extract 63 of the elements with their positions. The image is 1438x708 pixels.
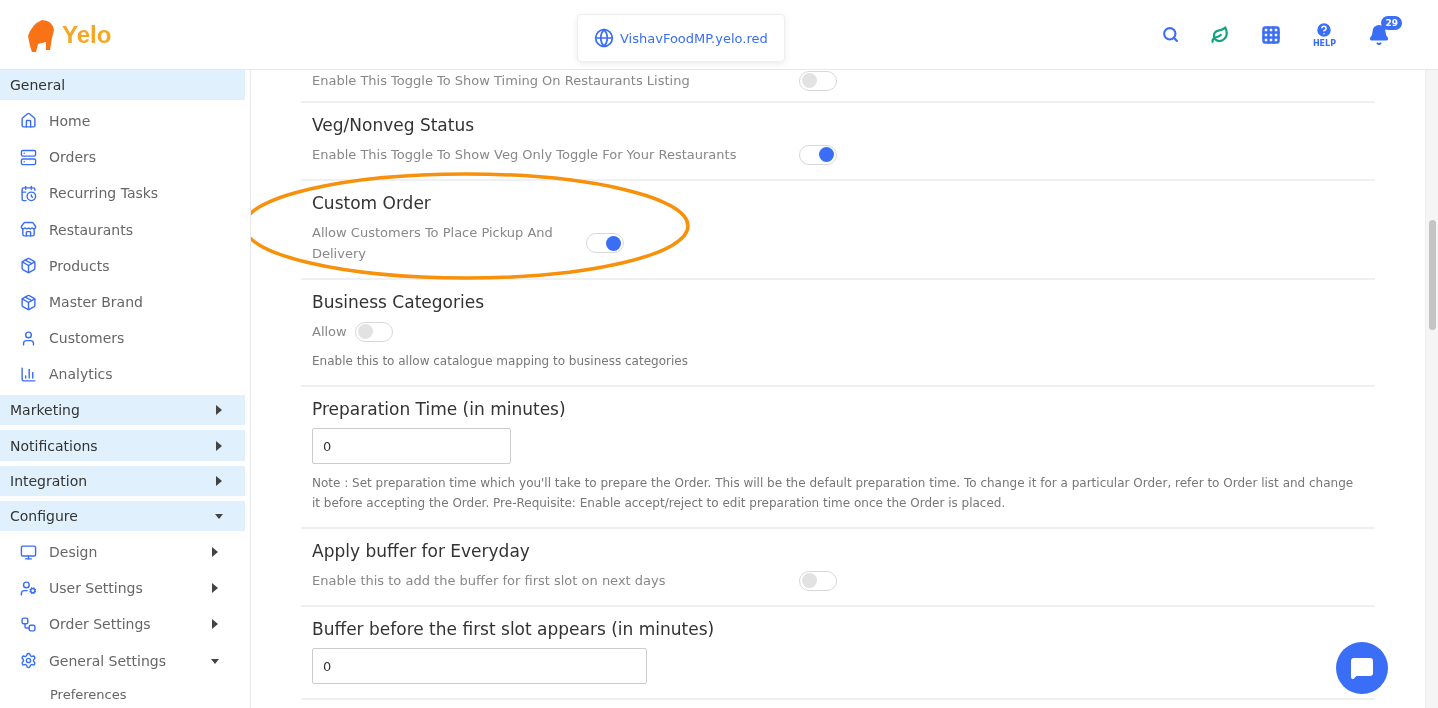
sidebar-subitem[interactable]: Preferences (0, 681, 250, 708)
sidebar-item[interactable]: General Settings (0, 645, 245, 677)
search-icon[interactable] (1161, 26, 1179, 43)
store-icon (20, 221, 37, 239)
section-title: Veg/Nonveg Status (312, 115, 476, 135)
caret-icon (215, 475, 223, 486)
setting-description: Allow Customers To Place Pickup And Delivery (312, 224, 554, 263)
sidebar-item[interactable]: Analytics (0, 358, 245, 391)
setting-note: Enable this to allow catalogue mapping to business categories (312, 353, 689, 370)
user-gear-icon (20, 579, 37, 597)
caret-icon (211, 547, 219, 557)
home-icon (20, 112, 37, 130)
setting-description: Enable This Toggle To Show Timing On Restaurants Listing (312, 72, 691, 90)
section-title: Buffer before the first slot appears (in minutes) (312, 619, 716, 639)
sidebar-group[interactable]: General (0, 70, 245, 101)
caret-icon (211, 619, 219, 630)
domain-link[interactable]: VishavFoodMP.yelo.red (577, 14, 785, 62)
notification-badge: 29 (1381, 15, 1402, 30)
server-icon (20, 148, 37, 166)
grid-icon[interactable] (1260, 24, 1281, 45)
setting-description: Enable this to add the buffer for first slot on next days (312, 572, 667, 590)
sidebar-item[interactable]: User Settings (0, 572, 245, 604)
sidebar-group[interactable]: Configure (0, 501, 245, 532)
sidebar-group[interactable]: Notifications (0, 430, 245, 461)
calendar-icon (20, 184, 37, 202)
scrollbar-thumb[interactable] (1428, 220, 1436, 330)
section-title: Custom Order (312, 193, 432, 213)
sidebar-item[interactable]: Products (0, 250, 245, 282)
workflow-icon (20, 615, 37, 633)
leaf-icon[interactable] (1210, 25, 1229, 44)
help-button[interactable]: HELP (1312, 21, 1336, 48)
input-field[interactable]: 0 (312, 648, 647, 684)
package-icon (20, 257, 37, 275)
sidebar-item[interactable]: Order Settings (0, 608, 245, 641)
sidebar-item[interactable]: Orders (0, 141, 245, 173)
setting-note: Note : Set preparation time which you'll take to prepare the Order. This will be the default preparation time. To change it for a particular Order, refer to Order list and change it before accepting the Order. Pre-Requisite: Enable accept/reject to edit preparation time once the Order is placed. (312, 475, 1355, 512)
sidebar-item[interactable]: Recurring Tasks (0, 177, 245, 209)
sidebar-group[interactable]: Integration (0, 465, 245, 497)
setting-description: Enable This Toggle To Show Veg Only Toggle For Your Restaurants (312, 146, 738, 164)
sidebar-item[interactable]: Design (0, 536, 245, 568)
sidebar-item[interactable]: Home (0, 105, 245, 137)
caret-icon (215, 405, 223, 416)
gear-icon (20, 652, 37, 670)
input-field[interactable]: 0 (312, 428, 511, 464)
monitor-icon (20, 543, 37, 561)
section-title: Business Categories (312, 292, 485, 312)
question-mark-icon (1315, 21, 1334, 39)
globe-icon (594, 28, 614, 48)
caret-icon (211, 583, 219, 594)
caret-icon (215, 440, 223, 451)
sidebar-item[interactable]: Restaurants (0, 214, 245, 246)
chat-button[interactable] (1336, 642, 1388, 694)
section-title: Apply buffer for Everyday (312, 541, 531, 561)
sidebar-item[interactable]: Customers (0, 322, 245, 354)
user-icon (20, 329, 37, 347)
toggle-label: Allow (312, 323, 347, 341)
package-icon (20, 293, 37, 311)
sidebar-item[interactable]: Master Brand (0, 286, 245, 318)
section-title: Preparation Time (in minutes) (312, 399, 567, 419)
bar-chart-icon (20, 365, 37, 383)
sidebar-group[interactable]: Marketing (0, 395, 245, 426)
logo-text: Yelo (62, 20, 112, 49)
chat-icon (1350, 656, 1374, 680)
